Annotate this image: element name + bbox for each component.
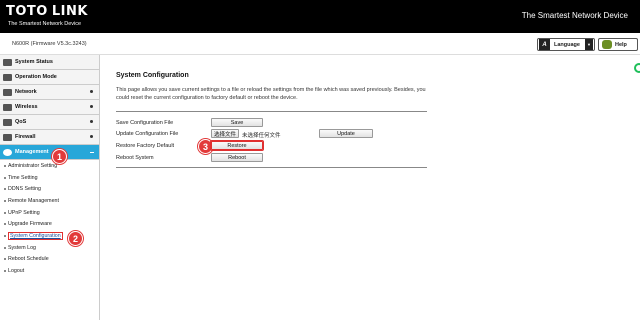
subitem-label: System Configuration xyxy=(8,231,63,240)
subitem-label: Time Setting xyxy=(8,174,38,181)
step-callout-1: 1 xyxy=(52,149,67,164)
sidebar-item-system-status[interactable]: System Status xyxy=(0,55,99,70)
top-header: TOTO LINK The Smartest Network Device The… xyxy=(0,0,640,33)
monitor-icon xyxy=(3,58,12,66)
sidebar-item-label: QoS xyxy=(15,119,27,125)
sidebar-item-label: Firewall xyxy=(15,134,36,140)
bullet-icon xyxy=(4,270,6,273)
sidebar-item-operation-mode[interactable]: Operation Mode xyxy=(0,70,99,85)
divider-top xyxy=(116,111,427,112)
sidebar-item-label: Operation Mode xyxy=(15,74,57,80)
sidebar-item-label: Wireless xyxy=(15,104,38,110)
sidebar-item-firewall[interactable]: Firewall xyxy=(0,130,99,145)
subitem-label: DDNS Setting xyxy=(8,186,41,193)
help-icon xyxy=(602,40,612,49)
sidebar-item-label: Network xyxy=(15,89,37,95)
sidebar-item-management[interactable]: Management xyxy=(0,145,99,160)
subitem-label: Upgrade Firmware xyxy=(8,221,52,228)
sidebar: System Status Operation Mode Network Wir… xyxy=(0,55,100,320)
restore-button[interactable]: Restore xyxy=(211,141,263,150)
model-bar: N600R (Firmware V5.3c.3243) A Language ▼… xyxy=(0,33,640,73)
expand-dot-icon xyxy=(90,105,93,108)
bullet-icon xyxy=(4,164,6,167)
sidebar-item-label: Management xyxy=(15,149,49,155)
subitem-label: Reboot Schedule xyxy=(8,256,49,263)
subitem-system-log[interactable]: System Log xyxy=(0,242,99,254)
collapse-dash-icon xyxy=(90,152,94,153)
update-button[interactable]: Update xyxy=(319,129,373,138)
subitem-system-configuration[interactable]: System Configuration xyxy=(0,230,99,242)
globe-icon xyxy=(3,88,12,96)
bullet-icon xyxy=(4,211,6,214)
bullet-icon xyxy=(4,246,6,249)
bullet-icon xyxy=(4,234,6,237)
bullet-icon xyxy=(4,176,6,179)
bullet-icon xyxy=(4,223,6,226)
subitem-remote-management[interactable]: Remote Management xyxy=(0,195,99,207)
mode-icon xyxy=(3,73,12,81)
qos-icon xyxy=(3,118,12,126)
choose-file-button[interactable]: 选择文件 xyxy=(211,129,239,138)
reboot-button[interactable]: Reboot xyxy=(211,153,263,162)
update-config-label: Update Configuration File xyxy=(116,131,179,137)
bullet-icon xyxy=(4,258,6,261)
chevron-down-icon: ▼ xyxy=(585,39,593,50)
subitem-ddns-setting[interactable]: DDNS Setting xyxy=(0,183,99,195)
save-config-label: Save Configuration File xyxy=(116,120,174,126)
help-label: Help xyxy=(615,41,627,48)
step-callout-2: 2 xyxy=(68,231,83,246)
restore-default-label: Restore Factory Default xyxy=(116,143,175,149)
subitem-label: UPnP Setting xyxy=(8,209,40,216)
subitem-time-setting[interactable]: Time Setting xyxy=(0,172,99,184)
divider-bottom xyxy=(116,167,427,168)
logo-brand-a: TOTO xyxy=(6,4,48,19)
sidebar-item-label: System Status xyxy=(15,59,53,65)
subitem-label: Administrator Setting xyxy=(8,162,58,169)
totolink-logo[interactable]: TOTO LINK xyxy=(6,4,88,19)
header-slogan: The Smartest Network Device xyxy=(521,11,628,20)
sidebar-item-qos[interactable]: QoS xyxy=(0,115,99,130)
subitem-administrator-setting[interactable]: Administrator Setting xyxy=(0,160,99,172)
subitem-logout[interactable]: Logout xyxy=(0,265,99,277)
expand-dot-icon xyxy=(90,120,93,123)
bullet-icon xyxy=(4,188,6,191)
subitem-label: System Log xyxy=(8,244,36,251)
language-button[interactable]: A Language ▼ xyxy=(537,38,595,51)
page-title: System Configuration xyxy=(116,72,189,79)
subitem-upnp-setting[interactable]: UPnP Setting xyxy=(0,207,99,219)
page-description: This page allows you save current settin… xyxy=(116,87,426,101)
help-button[interactable]: Help xyxy=(598,38,638,51)
gear-icon xyxy=(3,148,12,156)
sidebar-item-wireless[interactable]: Wireless xyxy=(0,100,99,115)
wifi-icon xyxy=(3,103,12,111)
subitem-label: Remote Management xyxy=(8,197,59,204)
language-icon: A xyxy=(539,39,550,50)
firewall-icon xyxy=(3,133,12,141)
subitem-reboot-schedule[interactable]: Reboot Schedule xyxy=(0,254,99,266)
subitem-upgrade-firmware[interactable]: Upgrade Firmware xyxy=(0,218,99,230)
subitem-label: Logout xyxy=(8,268,25,275)
main-panel: System Configuration This page allows yo… xyxy=(101,55,640,320)
sidebar-item-network[interactable]: Network xyxy=(0,85,99,100)
logo-brand-b: LINK xyxy=(51,4,88,19)
bullet-icon xyxy=(4,199,6,202)
no-file-chosen-text: 未选择任何文件 xyxy=(242,133,281,139)
language-label: Language xyxy=(554,41,580,48)
expand-dot-icon xyxy=(90,90,93,93)
firmware-model-text: N600R (Firmware V5.3c.3243) xyxy=(12,41,87,47)
logo-tagline: The Smartest Network Device xyxy=(8,21,82,27)
reboot-system-label: Reboot System xyxy=(116,155,154,161)
expand-dot-icon xyxy=(90,135,93,138)
save-button[interactable]: Save xyxy=(211,118,263,127)
